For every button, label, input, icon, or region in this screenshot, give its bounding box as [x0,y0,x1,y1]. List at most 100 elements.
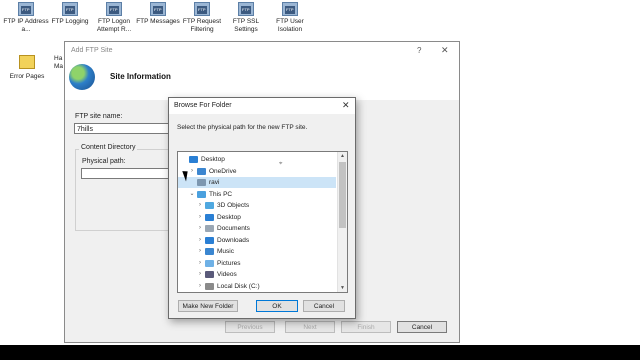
chevron-down-icon[interactable]: ⌄ [189,189,195,200]
ftp-feature-icon: FTP [106,2,122,16]
folder-label: 3D Objects [217,202,250,209]
folder-tree-item[interactable]: › 3D Objects [178,200,336,211]
folder-label: ravi [209,179,220,186]
close-button[interactable]: ✕ [441,45,449,56]
browse-dialog-title: Browse For Folder [174,102,232,109]
folder-tree-item[interactable]: › Videos [178,269,336,280]
folder-icon [197,179,206,186]
next-button[interactable]: Next [285,321,335,333]
chevron-right-icon[interactable]: › [197,200,203,211]
ftp-feature-icon: FTP [282,2,298,16]
browse-close-button[interactable]: ✕ [342,100,350,111]
help-button[interactable]: ? [417,46,421,55]
scroll-down-arrow-icon[interactable]: ▼ [338,284,347,292]
finish-button[interactable]: Finish [341,321,391,333]
ftp-feature-icon: FTP [194,2,210,16]
iis-feature-item[interactable]: FTP FTP Logging [46,0,94,26]
browse-for-folder-dialog: Browse For Folder ✕ Select the physical … [168,97,356,319]
folder-tree-item[interactable]: › Pictures [178,258,336,269]
folder-icon [197,167,206,175]
letterbox-bar [0,345,640,360]
scroll-up-arrow-icon[interactable]: ▲ [338,152,347,160]
folder-tree-item[interactable]: › Local Disk (C:) [178,281,336,292]
folder-icon [205,213,214,221]
error-pages-label: Error Pages [9,73,45,80]
folder-tree-item[interactable]: › Documents [178,223,336,234]
iis-feature-label: FTP Request Filtering [182,18,222,33]
folder-label: Desktop [217,213,241,221]
physical-path-label: Physical path: [82,158,126,165]
folder-icon [205,259,214,267]
screen: FTP FTP IP Address a... FTP FTP Logging FTP F… [0,0,640,345]
ftp-feature-icon: FTP [18,2,34,16]
globe-icon [69,64,95,90]
content-directory-label: Content Directory [79,144,138,151]
folder-tree[interactable]: › Local Disk (C:) › Videos › Pictures › Music › D… [177,151,348,293]
iis-feature-item[interactable]: FTP FTP Messages [134,0,182,26]
chevron-right-icon[interactable]: › [197,223,203,234]
chevron-right-icon[interactable]: › [197,269,203,280]
iis-feature-item[interactable]: FTP FTP Logon Attempt R... [90,0,138,34]
folder-icon [205,282,214,290]
folder-icon [205,225,214,232]
chevron-right-icon[interactable]: › [197,235,203,246]
physical-path-input[interactable] [81,168,169,179]
chevron-right-icon[interactable]: › [197,281,203,292]
folder-icon [205,202,214,209]
site-name-label: FTP site name: [75,113,123,120]
cursor-marker-icon: ⌖ [279,161,283,167]
folder-label: Pictures [217,259,241,267]
iis-feature-row: FTP FTP IP Address a... FTP FTP Logging FTP F… [0,0,640,40]
folder-tree-item[interactable]: › Music [178,246,336,257]
chevron-right-icon[interactable]: › [197,212,203,223]
ftp-dialog-title: Add FTP Site [71,47,113,54]
folder-icon [205,271,214,278]
browse-cancel-button[interactable]: Cancel [303,300,345,312]
ftp-dialog-header: Site Information [65,60,459,100]
iis-feature-label: FTP IP Address a... [3,18,49,33]
folder-label: Videos [217,271,237,278]
chevron-right-icon[interactable]: › [189,166,195,177]
ftp-feature-icon: FTP [62,2,78,16]
browse-dialog-titlebar: Browse For Folder ✕ [169,98,355,114]
folder-label: Local Disk (C:) [217,282,260,290]
chevron-right-icon[interactable]: › [197,258,203,269]
folder-label: Documents [217,225,250,232]
iis-feature-label: FTP Logging [51,18,89,25]
tree-scrollbar[interactable]: ▲ ▼ [337,152,347,292]
iis-feature-item[interactable]: FTP FTP SSL Settings [222,0,270,34]
iis-feature-label: FTP Logon Attempt R... [96,18,132,33]
folder-tree-item[interactable]: ⌄ This PC [178,189,336,200]
folder-tree-item[interactable]: Desktop [178,154,336,165]
folder-label: Music [217,248,234,255]
iis-feature-item[interactable]: FTP FTP User Isolation [266,0,314,34]
iis-feature-label: FTP SSL Settings [232,18,260,33]
iis-feature-label: FTP Messages [136,18,180,25]
ftp-feature-icon: FTP [150,2,166,16]
folder-icon [197,190,206,198]
folder-tree-item[interactable]: › Downloads [178,235,336,246]
scroll-thumb[interactable] [339,162,346,228]
iis-feature-item[interactable]: FTP FTP IP Address a... [2,0,50,34]
folder-tree-item[interactable]: › Desktop [178,212,336,223]
folder-label: This PC [209,190,233,198]
cancel-button[interactable]: Cancel [397,321,447,333]
ftp-dialog-titlebar: Add FTP Site ? ✕ [65,42,459,60]
chevron-right-icon[interactable]: › [197,246,203,257]
error-pages-feature[interactable]: Error Pages [6,55,48,81]
previous-button[interactable]: Previous [225,321,275,333]
iis-feature-label: FTP User Isolation [276,18,304,33]
make-new-folder-button[interactable]: Make New Folder [178,300,238,312]
folder-label: OneDrive [209,167,237,175]
folder-tree-item[interactable]: › OneDrive [178,166,336,177]
error-pages-icon [19,55,35,69]
ok-button[interactable]: OK [256,300,298,312]
folder-icon [189,156,198,163]
site-name-input[interactable]: 7hills [74,123,170,134]
folder-tree-item[interactable]: ravi [178,177,336,188]
folder-icon [205,248,214,255]
page-title: Site Information [110,72,171,81]
iis-feature-item[interactable]: FTP FTP Request Filtering [178,0,226,34]
ftp-feature-icon: FTP [238,2,254,16]
folder-icon [205,236,214,244]
